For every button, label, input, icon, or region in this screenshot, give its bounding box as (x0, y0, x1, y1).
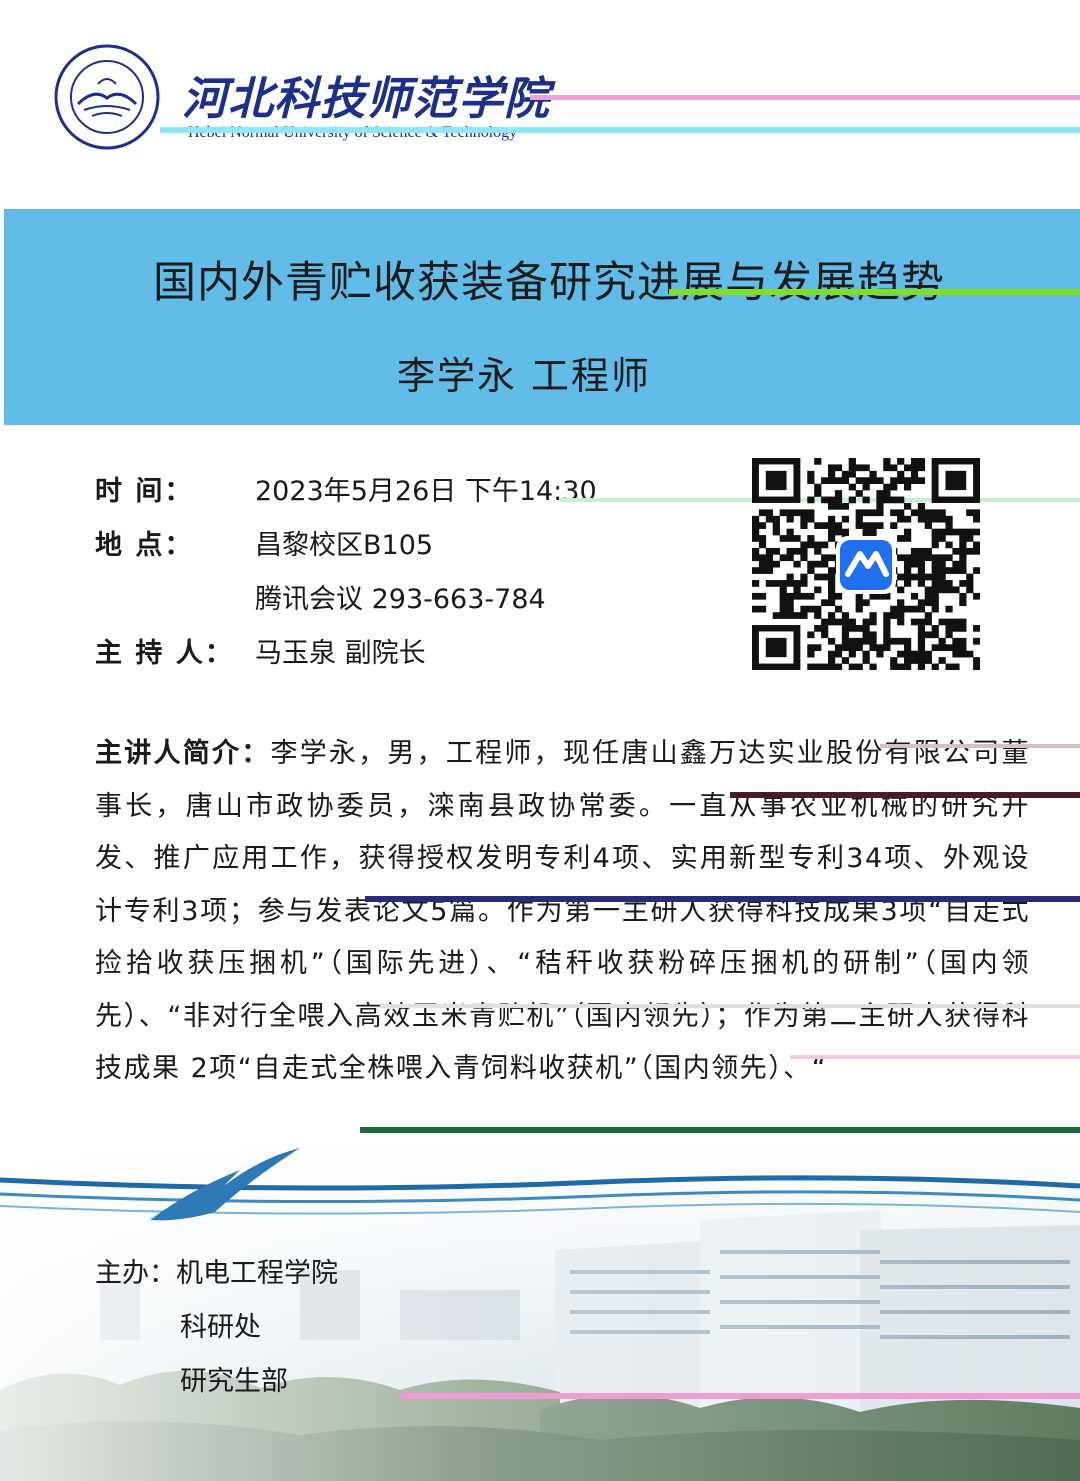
glitch-stripe (360, 1127, 1080, 1133)
meeting-value: 腾讯会议 293-663-784 (255, 584, 546, 615)
talk-title: 国内外青贮收获装备研究进展与发展趋势 (153, 258, 945, 308)
glitch-stripe (880, 744, 1080, 748)
host-label: 主 持 人： (95, 638, 234, 669)
speaker-intro: 主讲人简介：李学永，男，工程师，现任唐山鑫万达实业股份有限公司董事长，唐山市政协… (95, 728, 1030, 1148)
place-label: 地 点： (95, 530, 194, 561)
place-row: 地 点： 昌黎校区B105 (95, 526, 433, 566)
time-row: 时 间： 2023年5月26日 下午14:30 (95, 472, 597, 512)
host-row: 主 持 人： 马玉泉 副院长 (95, 634, 426, 674)
organizer-item: 科研处 (180, 1312, 261, 1343)
glitch-stripe (790, 1055, 1080, 1059)
university-name-cn: 河北科技师范学院 (182, 72, 551, 125)
organizer-item: 研究生部 (180, 1366, 288, 1397)
speaker-name: 李学永 工程师 (396, 354, 652, 398)
organizer-label: 主办： (95, 1258, 176, 1289)
page-header: 河北科技师范学院 Hebei Normal University of Scie… (0, 0, 1080, 208)
glitch-stripe (730, 792, 1080, 798)
university-seal-icon (54, 44, 160, 150)
host-value: 马玉泉 副院长 (255, 638, 426, 669)
intro-text: 李学永，男，工程师，现任唐山鑫万达实业股份有限公司董事长，唐山市政协委员，滦南县… (95, 738, 1030, 1084)
glitch-stripe (669, 289, 1080, 295)
glitch-stripe (380, 1004, 1080, 1008)
glitch-stripe (530, 95, 1080, 100)
intro-label: 主讲人简介： (95, 738, 271, 769)
glitch-stripe (160, 127, 1080, 133)
meeting-row: 腾讯会议 293-663-784 (95, 580, 546, 620)
tencent-meeting-icon (836, 536, 896, 594)
time-value: 2023年5月26日 下午14:30 (255, 476, 597, 507)
qr-code[interactable] (752, 458, 980, 670)
organizers: 主办：机电工程学院 科研处 研究生部 (95, 1247, 338, 1409)
time-label: 时 间： (95, 476, 194, 507)
glitch-stripe (365, 896, 1080, 902)
title-banner: 国内外青贮收获装备研究进展与发展趋势 李学永 工程师 (4, 209, 1080, 425)
organizer-item: 机电工程学院 (176, 1258, 338, 1289)
place-value: 昌黎校区B105 (255, 530, 434, 561)
organizer-line-1: 主办：机电工程学院 (95, 1247, 338, 1301)
